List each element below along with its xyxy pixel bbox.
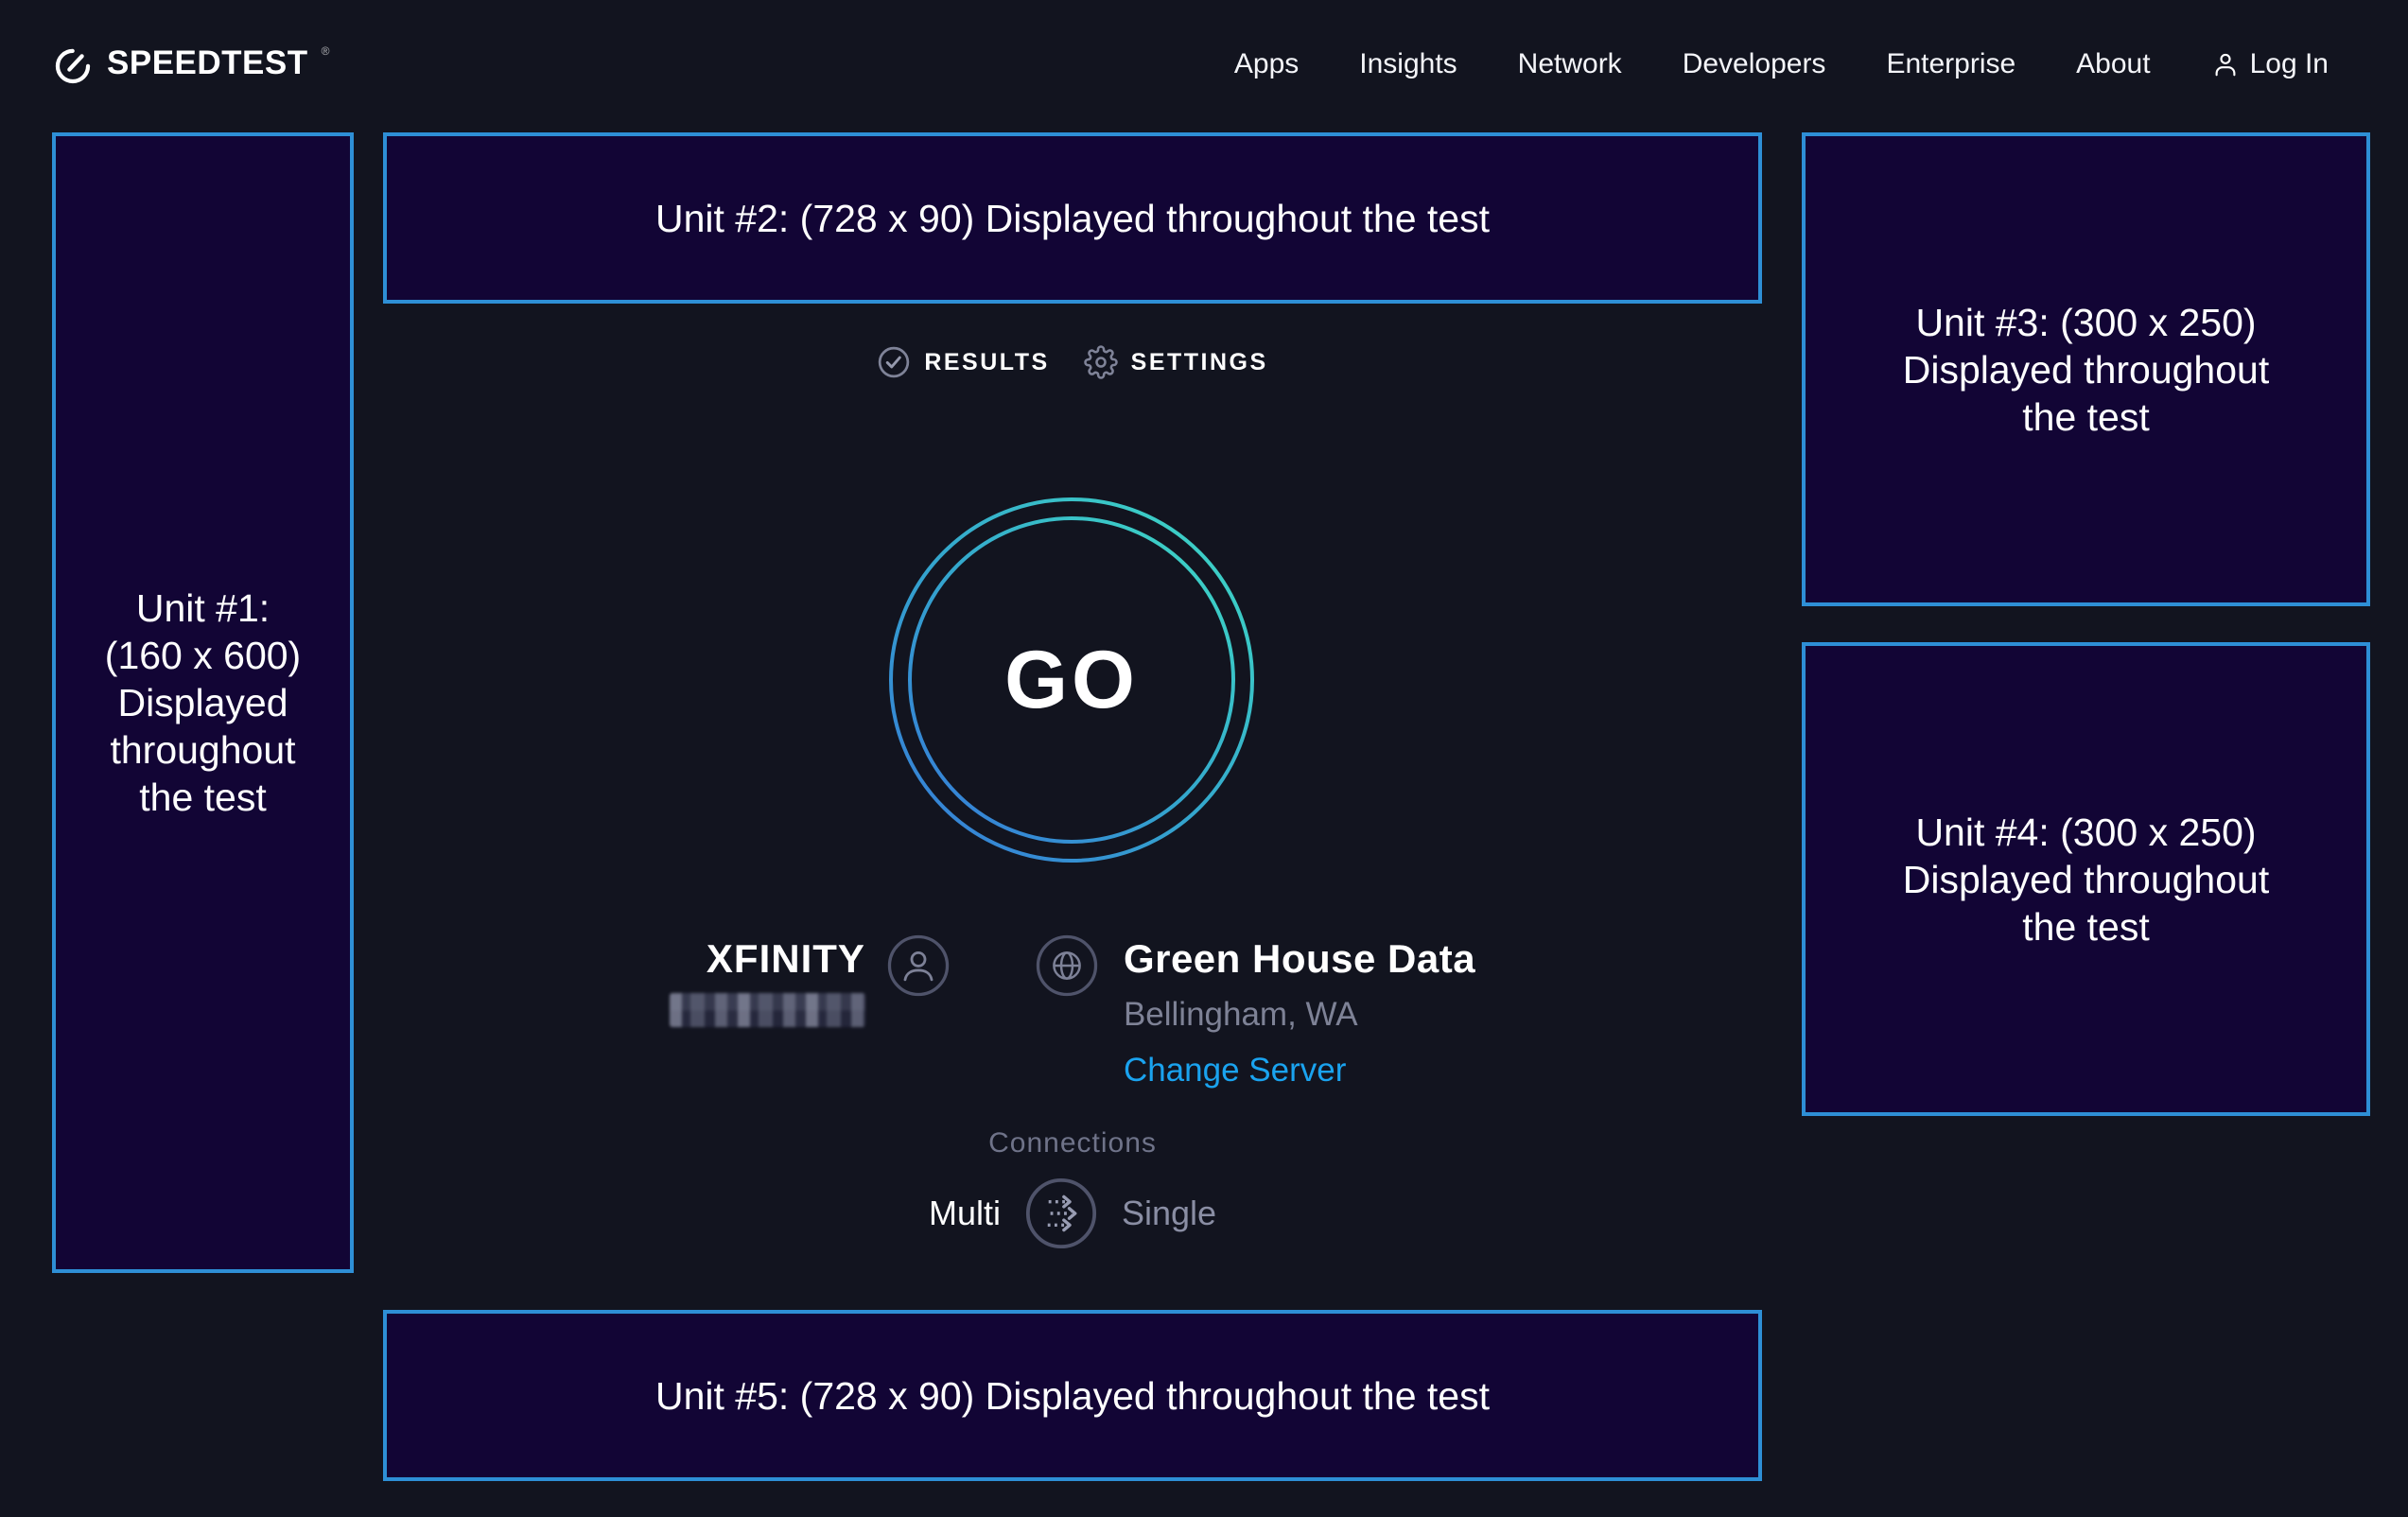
ad-unit-2[interactable]: Unit #2: (728 x 90) Displayed throughout… <box>383 132 1762 304</box>
ad-text-line: Displayed <box>117 679 288 726</box>
tabs-row: RESULTS SETTINGS <box>383 340 1762 384</box>
ad-unit-5[interactable]: Unit #5: (728 x 90) Displayed throughout… <box>383 1310 1762 1481</box>
registered-mark: ® <box>322 44 330 58</box>
ad-text-line: Unit #2: (728 x 90) Displayed throughout… <box>655 195 1490 242</box>
ad-text-line: Displayed throughout <box>1903 856 2269 903</box>
nav-item-enterprise[interactable]: Enterprise <box>1886 48 2015 80</box>
isp-text: XFINITY <box>670 927 865 1027</box>
connections-label: Connections <box>383 1127 1762 1160</box>
isp-name: XFINITY <box>670 936 865 982</box>
server-location: Bellingham, WA <box>1124 996 1475 1034</box>
gear-icon <box>1084 345 1118 379</box>
nav-menu: Apps Insights Network Developers Enterpr… <box>1234 48 2329 80</box>
ad-unit-1[interactable]: Unit #1: (160 x 600) Displayed throughou… <box>52 132 354 1273</box>
nav-item-apps[interactable]: Apps <box>1234 48 1299 80</box>
ad-text-line: the test <box>2022 393 2149 441</box>
speedometer-logo-icon <box>52 44 94 86</box>
server-block: Green House Data Bellingham, WA Change S… <box>1036 927 1475 1090</box>
connections-single-option[interactable]: Single <box>1122 1194 1216 1233</box>
tab-settings[interactable]: SETTINGS <box>1084 345 1268 379</box>
nav-item-about[interactable]: About <box>2076 48 2150 80</box>
ad-text-line: throughout <box>110 726 295 774</box>
nav-item-developers[interactable]: Developers <box>1683 48 1826 80</box>
globe-circle-icon <box>1036 934 1098 997</box>
nav-item-network[interactable]: Network <box>1518 48 1622 80</box>
ad-text-line: Unit #1: <box>136 584 270 632</box>
user-icon <box>2211 50 2240 78</box>
user-circle-icon <box>887 934 950 997</box>
connections-multi-option[interactable]: Multi <box>929 1194 1001 1233</box>
login-label: Log In <box>2250 48 2329 80</box>
server-text: Green House Data Bellingham, WA Change S… <box>1124 927 1475 1090</box>
top-nav-bar: SPEEDTEST ® Apps Insights Network Develo… <box>0 0 2408 129</box>
ad-unit-3[interactable]: Unit #3: (300 x 250) Displayed throughou… <box>1802 132 2370 606</box>
multi-connection-toggle-icon[interactable] <box>1025 1177 1097 1249</box>
ad-text-line: Displayed throughout <box>1903 346 2269 393</box>
change-server-link[interactable]: Change Server <box>1124 1052 1346 1090</box>
ad-text-line: the test <box>2022 903 2149 950</box>
results-tab-label: RESULTS <box>924 349 1049 376</box>
speedtest-logo[interactable]: SPEEDTEST ® <box>52 43 329 86</box>
check-circle-icon <box>877 345 911 379</box>
ad-text-line: (160 x 600) <box>105 632 301 679</box>
speedtest-page: SPEEDTEST ® Apps Insights Network Develo… <box>0 0 2408 1517</box>
connection-info: XFINITY Green House Data Bellingham, WA … <box>383 927 1762 1090</box>
nav-item-login[interactable]: Log In <box>2211 48 2329 80</box>
ad-text-line: the test <box>139 774 266 821</box>
ad-unit-4[interactable]: Unit #4: (300 x 250) Displayed throughou… <box>1802 642 2370 1116</box>
redacted-isp-id <box>670 993 865 1027</box>
settings-tab-label: SETTINGS <box>1131 349 1268 376</box>
ad-text-line: Unit #3: (300 x 250) <box>1915 299 2256 346</box>
tab-results[interactable]: RESULTS <box>877 345 1049 379</box>
ad-text-line: Unit #4: (300 x 250) <box>1915 809 2256 856</box>
isp-block: XFINITY <box>670 927 950 1027</box>
connections-toggle: Multi Single <box>383 1177 1762 1249</box>
logo-text: SPEEDTEST <box>107 43 308 84</box>
ad-text-line: Unit #5: (728 x 90) Displayed throughout… <box>655 1372 1490 1420</box>
go-label: GO <box>887 496 1256 864</box>
nav-item-insights[interactable]: Insights <box>1359 48 1457 80</box>
server-name: Green House Data <box>1124 936 1475 982</box>
go-button[interactable]: GO <box>887 496 1256 864</box>
